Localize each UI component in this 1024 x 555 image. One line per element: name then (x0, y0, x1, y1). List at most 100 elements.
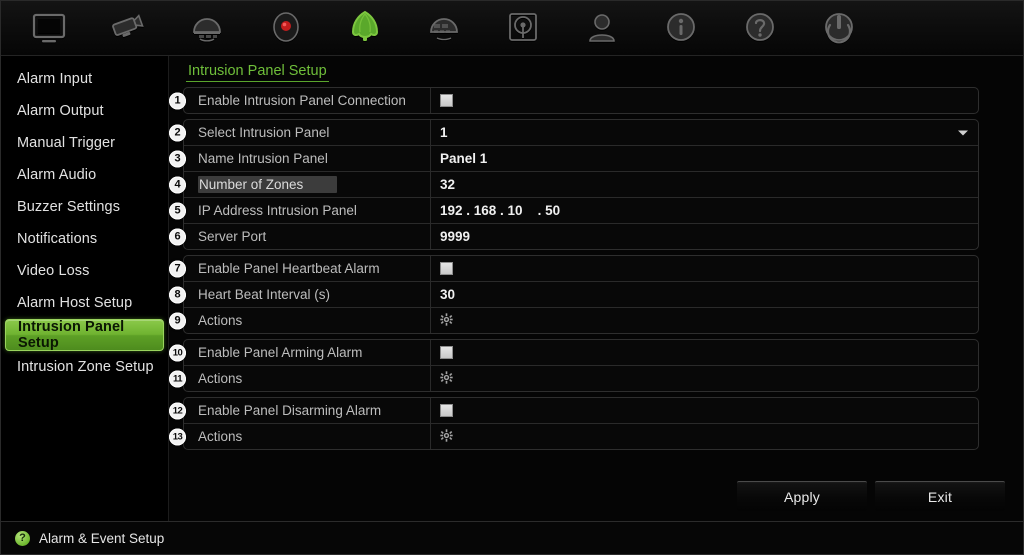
tab-intrusion-panel-setup[interactable]: Intrusion Panel Setup (186, 63, 329, 82)
callout-badge-10: 10 (169, 344, 186, 361)
row-field (431, 366, 978, 391)
display-monitor-icon (27, 8, 71, 48)
field-value[interactable]: 30 (440, 287, 455, 302)
row-label: Enable Panel Arming Alarm (184, 340, 431, 365)
row-label: Actions (184, 308, 431, 333)
sidebar-item-label: Intrusion Panel Setup (18, 319, 125, 351)
content-panel: Intrusion Panel Setup 1 Enable Intrusion … (169, 56, 1023, 521)
main-toolbar (1, 1, 1023, 56)
checkbox-unchecked-icon[interactable] (440, 262, 453, 275)
sidebar-item-label: Alarm Output (17, 103, 104, 119)
settings-row: 9 Actions (169, 308, 978, 333)
row-label-text: Actions (198, 313, 243, 328)
callout-badge-3: 3 (169, 150, 186, 167)
sidebar-item-alarm-host-setup[interactable]: Alarm Host Setup (5, 287, 164, 319)
toolbar-manual-record[interactable] (246, 3, 325, 53)
sidebar-menu: Alarm Input Alarm Output Manual Trigger Ala… (1, 56, 169, 521)
checkbox-unchecked-icon[interactable] (440, 94, 453, 107)
select-value[interactable]: 1 (440, 125, 448, 140)
settings-row: 4 Number of Zones 32 (169, 172, 978, 198)
row-label-text: Actions (198, 429, 243, 444)
settings-group: 10 Enable Panel Arming Alarm 11 Actions (169, 339, 979, 392)
toolbar-alarm-event-setup[interactable] (325, 3, 404, 53)
record-dot-icon (264, 8, 308, 48)
row-field: 30 (431, 282, 978, 307)
gear-icon[interactable] (440, 428, 453, 445)
record-schedule-icon (185, 8, 229, 48)
row-label-text: Enable Panel Heartbeat Alarm (198, 261, 380, 276)
exit-button[interactable]: Exit (875, 481, 1005, 511)
sidebar-item-label: Notifications (17, 231, 98, 247)
row-label: Name Intrusion Panel (184, 146, 431, 171)
toolbar-storage-settings[interactable] (483, 3, 562, 53)
sidebar-item-alarm-audio[interactable]: Alarm Audio (5, 159, 164, 191)
sidebar-item-intrusion-panel-setup[interactable]: Intrusion Panel Setup (5, 319, 164, 351)
row-label: Number of Zones (184, 172, 431, 197)
row-field (431, 88, 978, 113)
status-bar: ? Alarm & Event Setup (1, 521, 1023, 554)
sidebar-item-label: Buzzer Settings (17, 199, 121, 215)
toolbar-help[interactable] (720, 3, 799, 53)
row-label-text: Number of Zones (198, 176, 338, 193)
toolbar-system-information[interactable] (641, 3, 720, 53)
settings-row: 2 Select Intrusion Panel 1 (169, 120, 978, 146)
callout-badge-1: 1 (169, 92, 186, 109)
row-label-text: Name Intrusion Panel (198, 151, 328, 166)
gear-icon[interactable] (440, 312, 453, 329)
row-label: IP Address Intrusion Panel (184, 198, 431, 223)
checkbox-unchecked-icon[interactable] (440, 404, 453, 417)
sidebar-item-manual-trigger[interactable]: Manual Trigger (5, 127, 164, 159)
callout-badge-4: 4 (169, 176, 186, 193)
row-label: Enable Panel Heartbeat Alarm (184, 256, 431, 281)
settings-form: 1 Enable Intrusion Panel Connection 2 Selec… (169, 87, 1023, 455)
gear-icon[interactable] (440, 370, 453, 387)
checkbox-unchecked-icon[interactable] (440, 346, 453, 359)
field-value[interactable]: 32 (440, 177, 455, 192)
camera-icon (106, 8, 150, 48)
settings-row: 6 Server Port 9999 (169, 224, 978, 249)
row-field (431, 256, 978, 281)
field-value[interactable]: 192 . 168 . 10 . 50 (440, 203, 560, 218)
sidebar-item-label: Video Loss (17, 263, 90, 279)
field-value[interactable]: Panel 1 (440, 151, 487, 166)
sidebar-item-label: Intrusion Zone Setup (17, 359, 154, 375)
dvr-setup-window: Alarm Input Alarm Output Manual Trigger Ala… (0, 0, 1024, 555)
toolbar-camera-settings[interactable] (88, 3, 167, 53)
row-label-text: Heart Beat Interval (s) (198, 287, 331, 302)
callout-badge-7: 7 (169, 260, 186, 277)
apply-button[interactable]: Apply (737, 481, 867, 511)
form-action-bar: Apply Exit (169, 479, 1023, 513)
sidebar-item-buzzer-settings[interactable]: Buzzer Settings (5, 191, 164, 223)
toolbar-recording-settings[interactable] (167, 3, 246, 53)
toolbar-user-management[interactable] (562, 3, 641, 53)
sidebar-item-video-loss[interactable]: Video Loss (5, 255, 164, 287)
row-label: Enable Panel Disarming Alarm (184, 398, 431, 423)
settings-row: 11 Actions (169, 366, 978, 391)
row-label: Server Port (184, 224, 431, 249)
settings-row: 10 Enable Panel Arming Alarm (169, 340, 978, 366)
chevron-down-icon[interactable] (958, 130, 968, 135)
settings-row: 1 Enable Intrusion Panel Connection (169, 88, 978, 113)
sidebar-item-notifications[interactable]: Notifications (5, 223, 164, 255)
row-field: 1 (431, 120, 978, 145)
row-field: 192 . 168 . 10 . 50 (431, 198, 978, 223)
sidebar-item-alarm-input[interactable]: Alarm Input (5, 63, 164, 95)
toolbar-network-settings[interactable] (404, 3, 483, 53)
sidebar-item-alarm-output[interactable]: Alarm Output (5, 95, 164, 127)
tab-bar: Intrusion Panel Setup (186, 59, 329, 85)
row-label-text: IP Address Intrusion Panel (198, 203, 357, 218)
row-label-text: Actions (198, 371, 243, 386)
row-field: Panel 1 (431, 146, 978, 171)
row-label: Actions (184, 366, 431, 391)
row-field: 9999 (431, 224, 978, 249)
field-value[interactable]: 9999 (440, 229, 470, 244)
row-field (431, 424, 978, 449)
sidebar-item-intrusion-zone-setup[interactable]: Intrusion Zone Setup (5, 351, 164, 383)
hard-drive-icon (501, 8, 545, 48)
settings-row: 12 Enable Panel Disarming Alarm (169, 398, 978, 424)
row-label-text: Enable Panel Arming Alarm (198, 345, 363, 360)
toolbar-display-settings[interactable] (9, 3, 88, 53)
help-circle-icon[interactable]: ? (15, 531, 30, 546)
toolbar-shutdown[interactable] (799, 3, 878, 53)
sidebar-item-label: Alarm Audio (17, 167, 97, 183)
